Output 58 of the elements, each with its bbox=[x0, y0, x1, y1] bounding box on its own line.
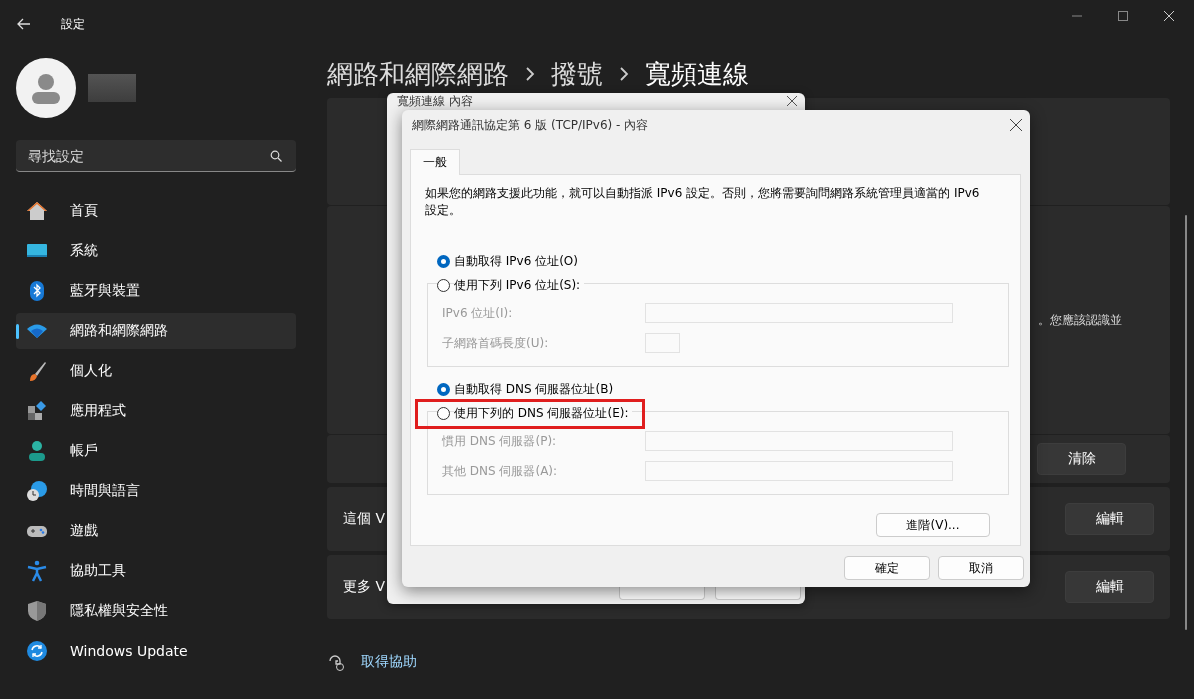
nav-item[interactable]: 藍牙與裝置 bbox=[16, 273, 296, 309]
nav-item[interactable]: 帳戶 bbox=[16, 433, 296, 469]
dialog-title: 網際網路通訊協定第 6 版 (TCP/IPv6) - 內容 bbox=[412, 116, 649, 134]
nav-item[interactable]: 個人化 bbox=[16, 353, 296, 389]
scrollbar[interactable] bbox=[1185, 215, 1187, 630]
close-icon[interactable] bbox=[787, 96, 797, 106]
dialog-title: 寬頻連線 內容 bbox=[397, 92, 473, 110]
field-label: 慣用 DNS 伺服器(P): bbox=[442, 432, 558, 450]
breadcrumb-link[interactable]: 撥號 bbox=[551, 56, 603, 92]
radio-label[interactable]: 使用下列的 DNS 伺服器位址(E): bbox=[454, 404, 633, 422]
blurred-name bbox=[88, 74, 136, 102]
apps-icon bbox=[26, 400, 48, 422]
back-arrow-icon[interactable] bbox=[17, 18, 31, 30]
close-icon[interactable] bbox=[1010, 119, 1022, 131]
nav-item[interactable]: 應用程式 bbox=[16, 393, 296, 429]
tab[interactable]: 一般 bbox=[410, 149, 460, 175]
breadcrumb-link[interactable]: 網路和網際網路 bbox=[327, 56, 509, 92]
card-label: 更多 V bbox=[343, 578, 386, 596]
nav-item[interactable]: 遊戲 bbox=[16, 513, 296, 549]
field-label: 子網路首碼長度(U): bbox=[442, 334, 550, 352]
nav-item[interactable]: 系統 bbox=[16, 233, 296, 269]
field-label: IPv6 位址(I): bbox=[442, 304, 514, 322]
clear-button[interactable]: 清除 bbox=[1037, 443, 1126, 475]
maximize-icon[interactable] bbox=[1118, 11, 1128, 21]
field-label: 其他 DNS 伺服器(A): bbox=[442, 462, 559, 480]
radio-label[interactable]: 使用下列 IPv6 位址(S): bbox=[454, 276, 585, 294]
edit-button[interactable]: 編輯 bbox=[1065, 503, 1154, 535]
nav-item[interactable]: 協助工具 bbox=[16, 553, 296, 589]
nav-item[interactable]: 網路和網際網路 bbox=[16, 313, 296, 349]
description-text: 如果您的網路支援此功能，就可以自動指派 IPv6 設定。否則，您將需要詢問網路系統管理員適當的 IPv6 設定。 bbox=[425, 185, 981, 219]
page-title: 寬頻連線 bbox=[645, 57, 749, 91]
nav-item[interactable]: 時間與語言 bbox=[16, 473, 296, 509]
advanced-button[interactable]: 進階(V)... bbox=[876, 513, 990, 537]
house-icon bbox=[26, 200, 48, 222]
nav-item[interactable]: Windows Update bbox=[16, 633, 296, 669]
ok-button[interactable]: 確定 bbox=[844, 556, 930, 580]
globe-clock-icon bbox=[26, 480, 48, 502]
window-title: 設定 bbox=[61, 15, 85, 33]
nav-item[interactable]: 隱私權與安全性 bbox=[16, 593, 296, 629]
search-icon bbox=[270, 150, 282, 162]
search-field[interactable]: 尋找設定 bbox=[16, 140, 296, 172]
card-label: 這個 V bbox=[343, 510, 386, 528]
avatar-icon bbox=[16, 58, 76, 118]
refresh-icon bbox=[26, 640, 48, 662]
radio-button[interactable] bbox=[437, 406, 450, 420]
cancel-button[interactable]: 取消 bbox=[938, 556, 1024, 580]
shield-icon bbox=[26, 600, 48, 622]
chevron-icon bbox=[619, 66, 629, 82]
radio-button[interactable] bbox=[437, 254, 450, 268]
chevron-icon bbox=[525, 66, 535, 82]
radio-button[interactable] bbox=[437, 278, 450, 292]
person-icon bbox=[26, 440, 48, 462]
accessibility-icon bbox=[26, 560, 48, 582]
radio-button[interactable] bbox=[437, 382, 450, 396]
card-text: 。您應該認識並 bbox=[1038, 311, 1122, 329]
help-link[interactable]: 取得協助 bbox=[361, 653, 417, 671]
nav-item[interactable]: 首頁 bbox=[16, 193, 296, 229]
edit-button[interactable]: 編輯 bbox=[1065, 571, 1154, 603]
